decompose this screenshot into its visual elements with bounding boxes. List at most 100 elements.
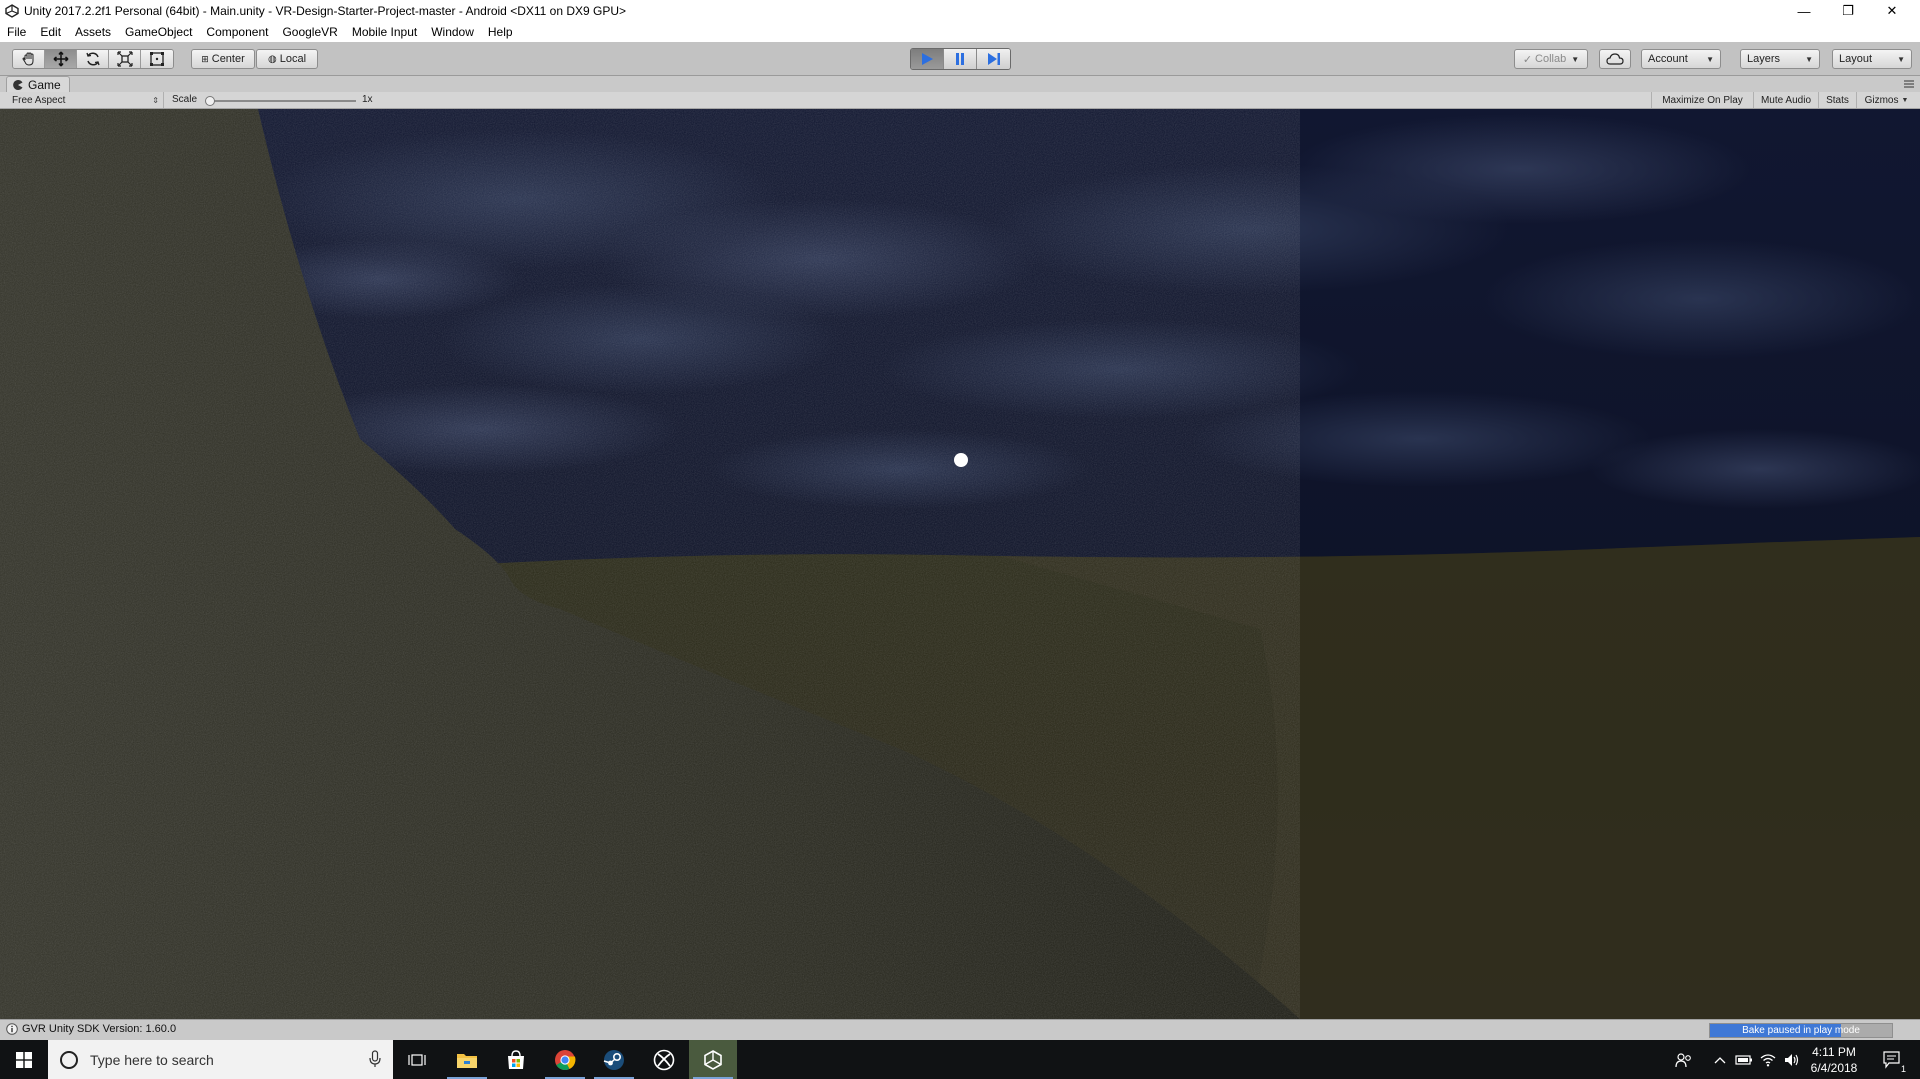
console-status[interactable]: GVR Unity SDK Version: 1.60.0 <box>6 1023 176 1035</box>
menu-help[interactable]: Help <box>481 25 520 39</box>
layers-dropdown[interactable]: Layers ▼ <box>1740 49 1820 69</box>
close-icon: ✕ <box>1886 3 1898 18</box>
restore-button[interactable]: ❐ <box>1826 0 1870 22</box>
start-button[interactable] <box>0 1040 48 1079</box>
maximize-on-play-label: Maximize On Play <box>1662 94 1743 106</box>
task-view-button[interactable] <box>393 1040 441 1079</box>
taskbar-search[interactable]: Type here to search <box>48 1040 393 1079</box>
restore-icon: ❐ <box>1842 3 1854 18</box>
unity-taskbar-button[interactable] <box>689 1040 737 1079</box>
transform-tools <box>12 49 174 69</box>
collab-label: Collab <box>1535 53 1567 65</box>
rotate-tool-button[interactable] <box>77 50 109 68</box>
close-button[interactable]: ✕ <box>1870 0 1914 22</box>
store-button[interactable] <box>492 1040 540 1079</box>
layout-dropdown[interactable]: Layout ▼ <box>1832 49 1912 69</box>
chevron-down-icon: ▼ <box>1805 54 1813 64</box>
stats-toggle[interactable]: Stats <box>1818 92 1856 108</box>
task-view-icon <box>408 1053 426 1066</box>
layout-label: Layout <box>1839 53 1873 65</box>
unity-icon <box>704 1049 722 1070</box>
menu-mobile-input[interactable]: Mobile Input <box>345 25 424 39</box>
hand-tool-button[interactable] <box>13 50 45 68</box>
gizmos-label: Gizmos <box>1864 94 1899 106</box>
chevron-down-icon: ▼ <box>1706 54 1714 64</box>
chrome-button[interactable] <box>541 1040 589 1079</box>
bake-label: Bake paused in play mode <box>1742 1025 1860 1036</box>
scale-icon <box>116 51 133 67</box>
steam-button[interactable] <box>590 1040 638 1079</box>
aspect-dropdown[interactable]: Free Aspect ⇕ <box>4 92 164 108</box>
cloud-button[interactable] <box>1599 49 1631 69</box>
move-icon <box>53 51 68 67</box>
volume-icon <box>1785 1053 1799 1066</box>
game-viewport[interactable] <box>0 109 1920 1019</box>
network-button[interactable] <box>1756 1040 1780 1079</box>
step-button[interactable] <box>977 49 1010 69</box>
scene-render <box>0 109 1920 1019</box>
menu-assets[interactable]: Assets <box>68 25 118 39</box>
pacman-icon <box>13 79 23 90</box>
scale-slider-track[interactable] <box>208 100 356 102</box>
mute-audio-label: Mute Audio <box>1760 94 1812 106</box>
menu-edit[interactable]: Edit <box>33 25 68 39</box>
menu-googlevr[interactable]: GoogleVR <box>275 25 344 39</box>
playback-controls <box>910 48 1011 70</box>
action-center-button[interactable]: 1 <box>1876 1040 1910 1079</box>
pivot-space-button[interactable]: ◍ Local <box>256 49 318 69</box>
layers-label: Layers <box>1747 53 1781 65</box>
pivot-icon: ⊞ <box>201 53 209 64</box>
people-button[interactable] <box>1672 1040 1696 1079</box>
pause-icon <box>956 53 964 65</box>
move-tool-button[interactable] <box>45 50 77 68</box>
play-button[interactable] <box>911 49 944 69</box>
file-explorer-button[interactable] <box>443 1040 491 1079</box>
rect-tool-button[interactable] <box>141 50 173 68</box>
menu-component[interactable]: Component <box>199 25 275 39</box>
scale-label: Scale <box>172 94 198 105</box>
unity-logo-icon <box>4 3 20 19</box>
minimize-icon: — <box>1797 3 1811 19</box>
maximize-on-play-toggle[interactable]: Maximize On Play <box>1651 92 1753 108</box>
cortana-icon <box>60 1050 78 1069</box>
scale-slider-thumb[interactable] <box>205 96 215 106</box>
menu-gameobject[interactable]: GameObject <box>118 25 199 39</box>
account-label: Account <box>1648 53 1688 65</box>
microphone-icon[interactable] <box>369 1050 381 1068</box>
bake-progress: Bake paused in play mode <box>1709 1023 1893 1038</box>
account-dropdown[interactable]: Account ▼ <box>1641 49 1721 69</box>
volume-button[interactable] <box>1780 1040 1804 1079</box>
play-icon <box>922 53 933 65</box>
menu-file[interactable]: File <box>0 25 33 39</box>
gaze-reticle <box>954 453 968 467</box>
panel-menu-icon[interactable] <box>1904 80 1914 88</box>
mute-audio-toggle[interactable]: Mute Audio <box>1753 92 1818 108</box>
taskbar-clock[interactable]: 4:11 PM 6/4/2018 <box>1804 1044 1864 1076</box>
xbox-button[interactable] <box>640 1040 688 1079</box>
pivot-label: Center <box>211 53 245 65</box>
tab-game-label: Game <box>28 77 61 92</box>
battery-button[interactable] <box>1732 1040 1756 1079</box>
scale-tool-button[interactable] <box>109 50 141 68</box>
minimize-button[interactable]: — <box>1782 0 1826 22</box>
gizmos-dropdown[interactable]: Gizmos ▼ <box>1856 92 1916 108</box>
menu-window[interactable]: Window <box>424 25 481 39</box>
game-view-toolbar: Free Aspect ⇕ Scale 1x Maximize On Play … <box>0 92 1920 109</box>
aspect-label: Free Aspect <box>12 94 66 106</box>
collab-button[interactable]: ✓ Collab ▼ <box>1514 49 1588 69</box>
hand-icon <box>21 52 33 66</box>
people-icon <box>1675 1052 1691 1067</box>
windows-logo-icon <box>16 1051 32 1068</box>
tab-game[interactable]: Game <box>6 76 70 92</box>
steam-icon <box>603 1049 624 1070</box>
wifi-icon <box>1760 1053 1776 1066</box>
pivot-center-button[interactable]: ⊞ Center <box>191 49 255 69</box>
show-hidden-icons-button[interactable] <box>1708 1040 1732 1079</box>
store-icon <box>508 1049 524 1069</box>
pause-button[interactable] <box>944 49 977 69</box>
main-toolbar: ⊞ Center ◍ Local ✓ Collab ▼ Account ▼ La… <box>0 42 1920 76</box>
scale-value: 1x <box>362 94 373 105</box>
file-explorer-icon <box>457 1053 477 1068</box>
collab-check-icon: ✓ <box>1522 53 1533 66</box>
rotate-icon <box>85 52 100 66</box>
